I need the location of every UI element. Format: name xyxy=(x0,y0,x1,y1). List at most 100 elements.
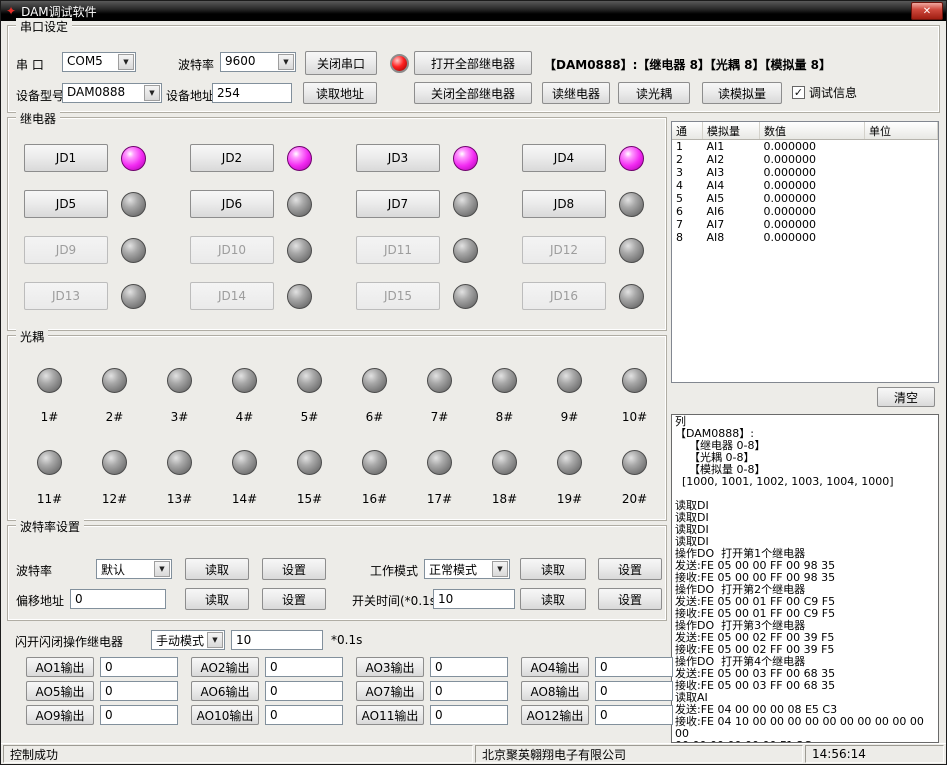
relay-group: 继电器 JD1 JD2 JD3 JD4 JD5 JD6 JD7 xyxy=(7,117,667,331)
cell-unit xyxy=(865,218,938,231)
dropdown-arrow-icon[interactable]: ▼ xyxy=(154,561,170,577)
relay-button[interactable]: JD6 xyxy=(190,190,274,218)
relay-button[interactable]: JD1 xyxy=(24,144,108,172)
relay-button[interactable]: JD3 xyxy=(356,144,440,172)
analog-column-header[interactable]: 单位 xyxy=(865,122,938,140)
debug-info-checkbox-wrap[interactable]: ✓ 调试信息 xyxy=(792,84,857,101)
read-analog-button[interactable]: 读模拟量 xyxy=(702,82,782,104)
ao-value-input[interactable] xyxy=(595,705,673,725)
offset-address-input[interactable] xyxy=(70,589,166,609)
table-row[interactable]: 5 AI5 0.000000 xyxy=(672,192,938,205)
ao-value-input[interactable] xyxy=(595,657,673,677)
flash-time-unit-label: *0.1s xyxy=(331,633,362,647)
close-button[interactable]: ✕ xyxy=(911,2,943,20)
switch-time-set-button[interactable]: 设置 xyxy=(598,588,662,610)
clear-button[interactable]: 清空 xyxy=(877,387,935,407)
ao-output-button[interactable]: AO11输出 xyxy=(356,705,424,725)
relay-button[interactable]: JD14 xyxy=(190,282,274,310)
read-opto-button[interactable]: 读光耦 xyxy=(618,82,690,104)
relay-button[interactable]: JD16 xyxy=(522,282,606,310)
opto-label: 10# xyxy=(622,410,647,424)
device-address-input[interactable] xyxy=(212,83,292,103)
ao-value-input[interactable] xyxy=(595,681,673,701)
ao-value-input[interactable] xyxy=(100,705,178,725)
port-select[interactable]: COM5 ▼ xyxy=(62,52,136,72)
dropdown-arrow-icon[interactable]: ▼ xyxy=(118,54,134,70)
table-row[interactable]: 4 AI4 0.000000 xyxy=(672,179,938,192)
table-row[interactable]: 2 AI2 0.000000 xyxy=(672,153,938,166)
relay-button[interactable]: JD5 xyxy=(24,190,108,218)
title-bar[interactable]: ✦ DAM调试软件 ✕ xyxy=(1,1,946,21)
cell-analog-name: AI8 xyxy=(703,231,760,244)
ao-output-button[interactable]: AO4输出 xyxy=(521,657,589,677)
baud-select[interactable]: 9600 ▼ xyxy=(220,52,296,72)
relay-button[interactable]: JD4 xyxy=(522,144,606,172)
ao-output-button[interactable]: AO5输出 xyxy=(26,681,94,701)
table-row[interactable]: 1 AI1 0.000000 xyxy=(672,140,938,154)
relay-grid: JD1 JD2 JD3 JD4 JD5 JD6 JD7 JD8 xyxy=(8,118,666,310)
analog-column-header[interactable]: 通 xyxy=(672,122,703,140)
read-relay-button[interactable]: 读继电器 xyxy=(542,82,610,104)
debug-info-checkbox[interactable]: ✓ xyxy=(792,86,805,99)
opto-label: 19# xyxy=(557,492,582,506)
close-all-relays-button[interactable]: 关闭全部继电器 xyxy=(414,82,532,104)
ao-value-input[interactable] xyxy=(100,681,178,701)
dropdown-arrow-icon[interactable]: ▼ xyxy=(278,54,294,70)
table-row[interactable]: 8 AI8 0.000000 xyxy=(672,231,938,244)
baud-read-button[interactable]: 读取 xyxy=(185,558,249,580)
relay-button[interactable]: JD11 xyxy=(356,236,440,264)
close-serial-button[interactable]: 关闭串口 xyxy=(305,51,377,75)
relay-button[interactable]: JD10 xyxy=(190,236,274,264)
relay-button[interactable]: JD7 xyxy=(356,190,440,218)
cell-unit xyxy=(865,179,938,192)
ao-output-button[interactable]: AO10输出 xyxy=(191,705,259,725)
ao-value-input[interactable] xyxy=(430,657,508,677)
ao-value-input[interactable] xyxy=(100,657,178,677)
relay-button[interactable]: JD12 xyxy=(522,236,606,264)
baud-setting-select[interactable]: 默认 ▼ xyxy=(96,559,172,579)
analog-column-header[interactable]: 模拟量 xyxy=(703,122,760,140)
ao-output-button[interactable]: AO3输出 xyxy=(356,657,424,677)
ao-output-button[interactable]: AO12输出 xyxy=(521,705,589,725)
ao-value-input[interactable] xyxy=(265,681,343,701)
ao-output-button[interactable]: AO1输出 xyxy=(26,657,94,677)
mode-read-button[interactable]: 读取 xyxy=(520,558,586,580)
opto-label: 3# xyxy=(171,410,189,424)
table-row[interactable]: 6 AI6 0.000000 xyxy=(672,205,938,218)
relay-button[interactable]: JD15 xyxy=(356,282,440,310)
switch-time-read-button[interactable]: 读取 xyxy=(520,588,586,610)
offset-read-button[interactable]: 读取 xyxy=(185,588,249,610)
dropdown-arrow-icon[interactable]: ▼ xyxy=(492,561,508,577)
log-line: 接收:FE 05 00 03 FF 00 68 35 xyxy=(675,680,935,692)
ao-output-button[interactable]: AO9输出 xyxy=(26,705,94,725)
offset-set-button[interactable]: 设置 xyxy=(262,588,326,610)
ao-output-button[interactable]: AO6输出 xyxy=(191,681,259,701)
model-select[interactable]: DAM0888 ▼ xyxy=(62,83,162,103)
ao-value-input[interactable] xyxy=(430,681,508,701)
work-mode-select[interactable]: 正常模式 ▼ xyxy=(424,559,510,579)
relay-button[interactable]: JD2 xyxy=(190,144,274,172)
dropdown-arrow-icon[interactable]: ▼ xyxy=(207,632,223,648)
analog-table-header-row: 通模拟量数值单位 xyxy=(672,122,938,140)
switch-time-input[interactable] xyxy=(433,589,515,609)
dropdown-arrow-icon[interactable]: ▼ xyxy=(144,85,160,101)
open-all-relays-button[interactable]: 打开全部继电器 xyxy=(414,51,532,75)
ao-output-button[interactable]: AO8输出 xyxy=(521,681,589,701)
ao-value-input[interactable] xyxy=(265,657,343,677)
relay-button[interactable]: JD9 xyxy=(24,236,108,264)
table-row[interactable]: 7 AI7 0.000000 xyxy=(672,218,938,231)
ao-output-button[interactable]: AO7输出 xyxy=(356,681,424,701)
flash-time-input[interactable] xyxy=(231,630,323,650)
debug-log-panel[interactable]: 列【DAM0888】: 【继电器 0-8】 【光耦 0-8】 【模拟量 0-8】… xyxy=(671,414,939,743)
table-row[interactable]: 3 AI3 0.000000 xyxy=(672,166,938,179)
ao-output-button[interactable]: AO2输出 xyxy=(191,657,259,677)
read-address-button[interactable]: 读取地址 xyxy=(303,82,377,104)
analog-column-header[interactable]: 数值 xyxy=(760,122,865,140)
relay-button[interactable]: JD13 xyxy=(24,282,108,310)
relay-button[interactable]: JD8 xyxy=(522,190,606,218)
flash-mode-select[interactable]: 手动模式 ▼ xyxy=(151,630,225,650)
mode-set-button[interactable]: 设置 xyxy=(598,558,662,580)
baud-set-button[interactable]: 设置 xyxy=(262,558,326,580)
ao-value-input[interactable] xyxy=(265,705,343,725)
ao-value-input[interactable] xyxy=(430,705,508,725)
